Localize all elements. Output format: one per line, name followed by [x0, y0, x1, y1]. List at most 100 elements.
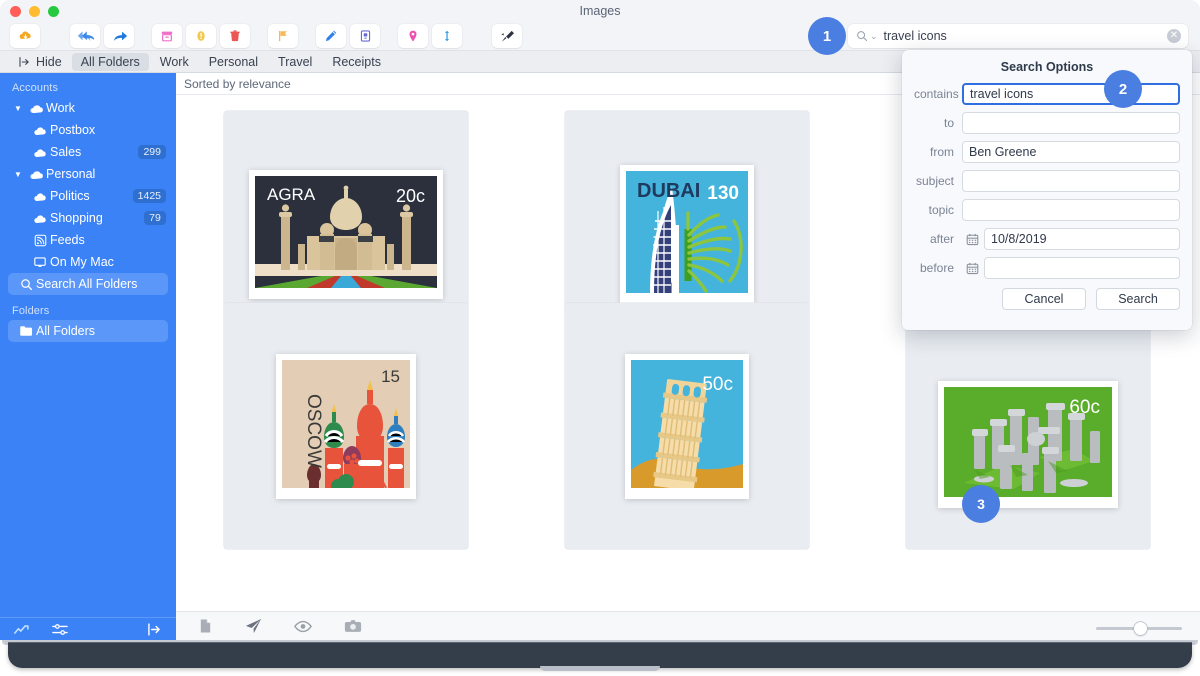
field-row-topic: topic — [914, 199, 1180, 221]
chevron-down-icon[interactable]: ⌄ — [870, 31, 878, 42]
sidebar-section-accounts-header: Accounts — [0, 77, 176, 97]
hide-icon — [18, 56, 31, 68]
send-icon[interactable] — [245, 618, 262, 639]
compose-icon[interactable] — [316, 24, 346, 48]
bezel-notch — [540, 666, 660, 671]
search-icon — [856, 30, 868, 42]
sidebar-item-postbox[interactable]: Postbox — [0, 119, 176, 141]
activity-icon[interactable] — [14, 623, 30, 641]
thumbnail-pisa[interactable]: 50c — [565, 303, 809, 549]
camera-icon[interactable] — [344, 619, 362, 638]
archive-icon[interactable] — [152, 24, 182, 48]
subject-input[interactable] — [962, 170, 1180, 192]
sidebar-item-label: On My Mac — [50, 255, 166, 269]
sort-label: Sorted by relevance — [184, 77, 291, 91]
tab-all-folders[interactable]: All Folders — [72, 53, 149, 71]
zoom-slider[interactable] — [1096, 622, 1182, 636]
grid-item[interactable]: DUBAI 130 DUBAI@2X.png Travel Icons Ben … — [565, 111, 811, 303]
after-date-input[interactable]: 10/8/2019 — [984, 228, 1180, 250]
cloud-download-icon[interactable] — [10, 24, 40, 48]
app-window: Images — [0, 0, 1200, 645]
zoom-button[interactable] — [48, 6, 59, 17]
tab-work[interactable]: Work — [151, 53, 198, 71]
sidebar-item-on-my-mac[interactable]: On My Mac — [0, 251, 176, 273]
hide-sidebar-button[interactable]: Hide — [10, 53, 70, 70]
grid-item[interactable]: 15 OSCOW MOSCOW@2X.png Travel Icons Ben … — [224, 303, 470, 495]
step-marker-2: 2 — [1104, 70, 1142, 108]
rss-icon — [30, 234, 50, 247]
stamp-art-taj-mahal: AGRA 20c — [249, 170, 443, 299]
folder-icon — [16, 325, 36, 337]
tab-travel[interactable]: Travel — [269, 53, 321, 71]
cancel-button[interactable]: Cancel — [1002, 288, 1086, 310]
stamp-art-burj-al-arab: DUBAI 130 — [620, 165, 754, 304]
thumbnail-stonehenge[interactable]: 60c — [906, 303, 1150, 549]
step-marker-3: 3 — [962, 485, 1000, 523]
sliders-icon[interactable] — [52, 623, 68, 641]
field-row-before: before — [914, 257, 1180, 279]
field-label: subject — [914, 174, 962, 188]
sidebar-item-label: Search All Folders — [36, 277, 158, 291]
notes-icon[interactable] — [350, 24, 380, 48]
junk-icon[interactable] — [186, 24, 216, 48]
sidebar-item-feeds[interactable]: Feeds — [0, 229, 176, 251]
tab-receipts[interactable]: Receipts — [323, 53, 390, 71]
preview-eye-icon[interactable] — [294, 620, 312, 638]
grid-item[interactable]: 60c STONEHENGE@2X.png Travel Icons Ben G… — [906, 303, 1152, 495]
cloud-icon — [30, 213, 50, 224]
thumbnail-moscow[interactable]: 15 OSCOW — [224, 303, 468, 549]
topic-input[interactable] — [962, 199, 1180, 221]
svg-text:15: 15 — [381, 367, 400, 386]
field-row-after: after 10/8/2019 — [914, 228, 1180, 250]
sidebar-item-sales[interactable]: Sales 299 — [0, 141, 176, 163]
sidebar-item-shopping[interactable]: Shopping 79 — [0, 207, 176, 229]
sidebar-item-label: All Folders — [36, 324, 158, 338]
grid-item[interactable]: 50c PISA@2X.png Travel Icons Ben Greene … — [565, 303, 811, 495]
search-input-value[interactable]: travel icons — [884, 29, 947, 43]
from-input[interactable]: Ben Greene — [962, 141, 1180, 163]
display-icon — [30, 256, 50, 269]
svg-text:50c: 50c — [702, 374, 733, 395]
to-input[interactable] — [962, 112, 1180, 134]
flag-icon[interactable] — [268, 24, 298, 48]
search-button[interactable]: Search — [1096, 288, 1180, 310]
hide-label: Hide — [36, 55, 62, 69]
sidebar-item-all-folders[interactable]: All Folders — [8, 320, 168, 342]
filter-icon[interactable] — [432, 24, 462, 48]
grid-item[interactable]: AGRA 20c AGRA@2X.png Travel Icons Ben Gr… — [224, 111, 470, 303]
calendar-icon[interactable] — [962, 262, 982, 275]
cloud-icon — [30, 147, 50, 158]
document-icon[interactable] — [198, 618, 213, 639]
titlebar: Images — [0, 0, 1200, 22]
calendar-icon[interactable] — [962, 233, 982, 246]
search-field[interactable]: ⌄ travel icons ✕ — [848, 24, 1188, 48]
svg-text:AGRA: AGRA — [267, 185, 316, 204]
field-label: before — [914, 261, 962, 275]
search-clear-button[interactable]: ✕ — [1167, 29, 1181, 43]
zoom-slider-knob[interactable] — [1134, 622, 1147, 635]
search-options-buttons: Cancel Search — [914, 288, 1180, 310]
delete-icon[interactable] — [220, 24, 250, 48]
before-date-input[interactable] — [984, 257, 1180, 279]
pin-icon[interactable] — [398, 24, 428, 48]
sidebar-item-work[interactable]: ▼ Work — [0, 97, 176, 119]
chevron-down-icon[interactable]: ▼ — [10, 170, 26, 179]
svg-text:130: 130 — [707, 183, 739, 204]
tab-personal[interactable]: Personal — [200, 53, 267, 71]
search-options-popover: Search Options contains travel icons to … — [902, 50, 1192, 330]
sidebar-item-personal[interactable]: ▼ Personal — [0, 163, 176, 185]
logout-icon[interactable] — [147, 623, 162, 641]
search-icon — [16, 278, 36, 291]
clean-icon[interactable] — [492, 24, 522, 48]
forward-icon[interactable] — [104, 24, 134, 48]
reply-all-icon[interactable] — [70, 24, 100, 48]
minimize-button[interactable] — [29, 6, 40, 17]
sidebar-item-search-all-folders[interactable]: Search All Folders — [8, 273, 168, 295]
close-button[interactable] — [10, 6, 21, 17]
step-marker-1: 1 — [808, 17, 846, 55]
device-bezel — [0, 640, 1200, 676]
contains-input[interactable]: travel icons — [962, 83, 1180, 105]
field-label: topic — [914, 203, 962, 217]
chevron-down-icon[interactable]: ▼ — [10, 104, 26, 113]
sidebar-item-politics[interactable]: Politics 1425 — [0, 185, 176, 207]
